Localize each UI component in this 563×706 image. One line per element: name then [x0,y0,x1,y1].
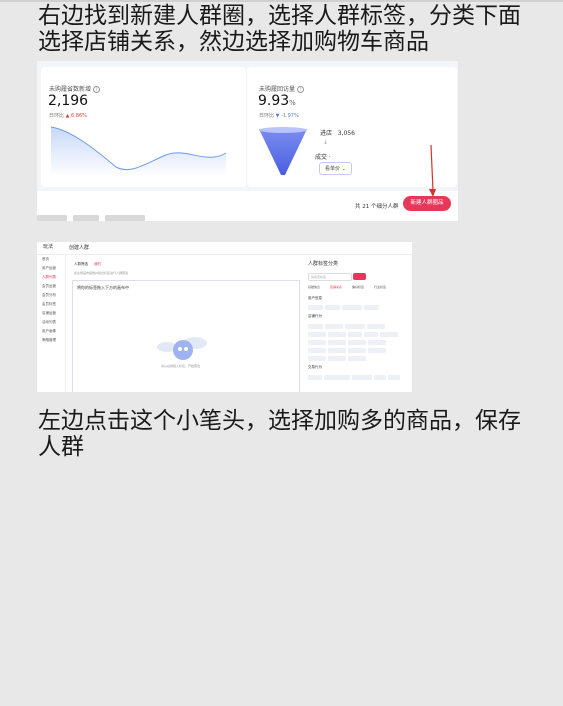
nav-item[interactable]: 会员分析 [42,293,56,298]
tag-chip[interactable] [364,332,378,337]
tag-chip[interactable] [328,348,346,353]
top-divider [0,0,563,2]
tab-placeholder [73,215,99,221]
category-select-store[interactable]: 店铺关系 [330,285,342,289]
tab-filter[interactable]: 人群筛选 [74,262,88,266]
tag-chip[interactable] [374,375,386,380]
tab-mine[interactable]: 我的 [94,262,101,266]
funnel-arrow-icon: ↓ [323,139,329,146]
tag-search-input[interactable]: 请搜索标签 [308,273,352,281]
tag-chip[interactable] [308,348,326,353]
tag-chip[interactable] [324,375,350,380]
tag-chip[interactable] [348,332,362,337]
tab-placeholder [37,215,67,221]
sidebar: 首页 用户运营 人群列表 会员运营 会员分析 会员标签 店铺运营 活动列表 用户… [37,254,66,392]
nav-item[interactable]: 店铺运营 [42,311,56,316]
tag-chip[interactable] [345,324,365,329]
metric-label: 未购履回访量 ? [259,84,304,93]
nav-item[interactable]: 活动列表 [42,320,56,325]
red-arrow-annotation [429,145,436,197]
metric-card-new-buyers: 未购履省数新增 ? 2,196 日环比 ▲ 6.86% [41,67,246,187]
nav-item[interactable]: 用户画像 [42,329,56,334]
tag-chip[interactable] [352,375,372,380]
instruction-step-2: 左边点击这个小笔头，选择加购多的商品，保存人群 [38,408,521,460]
trend-line-chart [51,126,227,175]
price-select[interactable]: 看单价 ⌄ [319,162,352,175]
metric-card-revisit: 未购履回访量 ? 9.93% 日环比 ▼ -1.97% 进店 3,056 ↓ 成… [247,67,457,187]
tag-chip[interactable] [308,332,326,337]
tag-chip[interactable] [328,340,346,345]
tag-chip[interactable] [308,356,326,361]
tag-chip[interactable] [348,348,366,353]
empty-state-text: 请从右侧拖入标签，开始圈选 [161,364,201,368]
canvas-title: 将你的标签拖入下方的画布中 [77,285,129,290]
nav-item-active[interactable]: 人群列表 [42,275,56,280]
tag-panel: 人群标签分类 请搜索标签 基础信息 店铺关系 偏好标签 行业标签 用户信息 店铺… [305,256,409,392]
main-canvas-area: 人群筛选 我的 在左侧画布拖拽并组合标签进行人群圈选 将你的标签拖入下方的画布中 … [69,256,300,392]
panel-title: 人群标签分类 [308,261,339,267]
category-select[interactable]: 行业标签 [374,285,386,289]
screenshot-crowd-overview: 未购履省数新增 ? 2,196 日环比 ▲ 6.86% 未购履回访量 ? 9.9… [37,61,458,221]
tab-bar: 人群筛选 我的 [74,262,101,267]
funnel-chart [259,127,307,175]
top-bar: 玩法 创建人群 [37,242,412,255]
metric-value: 9.93% [258,93,296,109]
metric-value: 2,196 [48,93,89,109]
instruction-step-1: 右边找到新建人群圈，选择人群标签，分类下面选择店铺关系，然边选择加购物车商品 [38,3,521,55]
metric-compare: 日环比 ▲ 6.86% [49,113,87,119]
tag-chip[interactable] [348,340,366,345]
tag-chip[interactable] [308,375,322,380]
nav-item[interactable]: 会员标签 [42,302,56,307]
nav-item[interactable]: 会员运营 [42,284,56,289]
tab-placeholder [105,215,145,221]
drop-canvas[interactable]: 将你的标签拖入下方的画布中 请从右侧拖入标签，开始圈选 [72,280,300,392]
section-user-info: 用户信息 [308,296,322,300]
tag-chip[interactable] [367,324,385,329]
app-logo: 玩法 [43,244,54,250]
section-trade-behavior: 交易行为 [308,365,322,369]
tag-chip[interactable] [308,324,323,329]
category-select[interactable]: 偏好标签 [352,285,364,289]
tag-chip[interactable] [308,305,323,310]
nav-item[interactable]: 策略管理 [42,338,56,343]
breadcrumb: 创建人群 [69,245,90,251]
metric-compare: 日环比 ▼ -1.97% [259,113,299,119]
tag-chip[interactable] [368,340,386,345]
funnel-step-enter: 进店 3,056 [320,130,355,137]
tag-chip[interactable] [348,356,366,361]
section-store-behavior: 店铺行为 [308,314,322,318]
tag-chip[interactable] [325,324,343,329]
total-crowd-count: 共 21 个细分人群 [355,204,399,210]
metric-label: 未购履省数新增 ? [49,84,100,93]
nav-item[interactable]: 首页 [42,257,49,262]
canvas-hint: 在左侧画布拖拽并组合标签进行人群圈选 [74,271,129,275]
tag-chip[interactable] [325,305,340,310]
empty-illustration-icon [157,337,207,360]
funnel-step-deal: 成交 · [315,154,331,161]
help-icon: ? [92,86,100,93]
chevron-down-icon: ⌄ [341,166,346,172]
tag-chip[interactable] [342,305,362,310]
tag-chip[interactable] [388,375,400,380]
help-icon: ? [296,86,304,93]
screenshot-create-crowd: 玩法 创建人群 首页 用户运营 人群列表 会员运营 会员分析 会员标签 店铺运营… [37,242,412,392]
search-button[interactable] [353,273,366,280]
tag-chip[interactable] [328,332,346,337]
category-select[interactable]: 基础信息 [308,285,320,289]
tag-chip[interactable] [364,305,379,310]
tag-chip[interactable] [328,356,346,361]
tag-chip[interactable] [380,332,398,337]
tag-chip[interactable] [308,340,326,345]
nav-item[interactable]: 用户运营 [42,266,56,271]
tag-chip[interactable] [368,348,386,353]
